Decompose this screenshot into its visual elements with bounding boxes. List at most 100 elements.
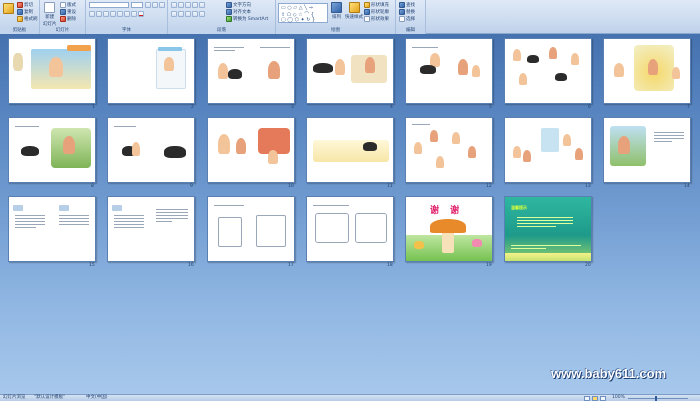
replace-label: 替换: [406, 10, 415, 15]
slide-thumbnail[interactable]: [107, 117, 195, 183]
grow-font-button[interactable]: [145, 2, 151, 8]
bullets-button[interactable]: [171, 2, 177, 8]
slide-thumbnail[interactable]: [603, 38, 691, 104]
arrange-button[interactable]: 排列: [331, 2, 342, 20]
align-left-button[interactable]: [171, 11, 177, 17]
slide-thumbnail[interactable]: [8, 38, 96, 104]
new-slide-button[interactable]: 新建 幻灯片: [43, 2, 57, 27]
shape-effects-button[interactable]: 形状效果: [364, 16, 389, 22]
reset-icon: [60, 9, 66, 15]
editing-group-label: 编辑: [396, 27, 425, 34]
justify-button[interactable]: [192, 11, 198, 17]
shape-fill-button[interactable]: 形状填充: [364, 2, 389, 8]
slide-thumbnail[interactable]: [207, 117, 295, 183]
slide-number: 5: [489, 105, 492, 110]
layout-button[interactable]: 版式: [60, 2, 76, 8]
font-name-combo[interactable]: [89, 2, 129, 8]
slide20-title: 温馨提示: [511, 205, 527, 210]
effects-icon: [364, 16, 370, 22]
columns-button[interactable]: [199, 11, 205, 17]
slide-thumbnail[interactable]: [306, 38, 394, 104]
align-right-button[interactable]: [185, 11, 191, 17]
select-label: 选择: [406, 17, 415, 22]
shape-effects-label: 形状效果: [371, 17, 389, 22]
format-painter-button[interactable]: 格式刷: [17, 16, 38, 22]
replace-button[interactable]: 替换: [399, 9, 415, 15]
slide-number: 10: [288, 184, 294, 189]
shadow-button[interactable]: [117, 11, 123, 17]
spacing-button[interactable]: [124, 11, 130, 17]
watermark-text: www.baby611.com: [551, 366, 667, 381]
slide-thumbnail[interactable]: [405, 117, 493, 183]
copy-label: 复制: [24, 10, 33, 15]
font-color-button[interactable]: [138, 11, 144, 17]
slide-thumbnail[interactable]: [8, 196, 96, 262]
shrink-font-button[interactable]: [152, 2, 158, 8]
slide-number: 13: [585, 184, 591, 189]
strikethrough-button[interactable]: [110, 11, 116, 17]
clear-format-button[interactable]: [159, 2, 165, 8]
slide-thumbnail[interactable]: [306, 117, 394, 183]
normal-view-button[interactable]: [584, 395, 590, 401]
slide-thumbnail[interactable]: 谢 谢: [405, 196, 493, 262]
slide-thumbnail[interactable]: [603, 117, 691, 183]
delete-button[interactable]: 删除: [60, 16, 76, 22]
sorter-view-button[interactable]: [592, 395, 598, 401]
text-direction-icon: [226, 2, 232, 8]
delete-icon: [60, 16, 66, 22]
slide-thumbnail[interactable]: [306, 196, 394, 262]
slide-thumbnail[interactable]: [8, 117, 96, 183]
slides-group: 新建 幻灯片 版式 重设 删除 幻灯片: [40, 0, 86, 34]
slide-number: 11: [387, 184, 393, 189]
paste-button[interactable]: [3, 3, 14, 14]
slideshow-button[interactable]: [600, 395, 606, 401]
smartart-button[interactable]: 转换为 SmartArt: [226, 16, 268, 22]
smartart-label: 转换为 SmartArt: [233, 17, 269, 22]
shape-fill-label: 形状填充: [371, 3, 389, 8]
italic-button[interactable]: [96, 11, 102, 17]
status-bar: 幻灯片浏览 "默认设计模板" 中文(中国) 100%: [0, 394, 700, 401]
select-button[interactable]: 选择: [399, 16, 415, 22]
slide-thumbnail[interactable]: [504, 117, 592, 183]
font-group-label: 字体: [86, 27, 167, 34]
replace-icon: [399, 9, 405, 15]
numbering-button[interactable]: [178, 2, 184, 8]
bold-button[interactable]: [89, 11, 95, 17]
slide-number: 8: [91, 184, 94, 189]
zoom-slider-thumb[interactable]: [655, 395, 657, 401]
clipboard-group-label: 剪贴板: [0, 27, 39, 34]
align-text-button[interactable]: 对齐文本: [226, 9, 251, 15]
zoom-slider[interactable]: [628, 397, 688, 399]
slide-thumbnail[interactable]: [504, 38, 592, 104]
ribbon: 剪切 复制 格式刷 剪贴板 新建 幻灯片 版式 重设 删除 幻灯片 字体 文字方…: [0, 0, 700, 34]
slide-thumbnail[interactable]: [207, 38, 295, 104]
editing-group: 查找 替换 选择 编辑: [396, 0, 426, 34]
slide-thumbnail[interactable]: 温馨提示: [504, 196, 592, 262]
underline-button[interactable]: [103, 11, 109, 17]
find-button[interactable]: 查找: [399, 2, 415, 8]
paste-icon: [3, 3, 14, 14]
quick-styles-button[interactable]: 快速样式: [345, 2, 363, 20]
find-label: 查找: [406, 3, 415, 8]
new-slide-icon: [44, 2, 56, 13]
shapes-gallery[interactable]: ▭ ○ ▱ △ ╲ ⇒ ⇧ ⬠ ◇ ☆ ⌒ { ▢ ◯ ⬡ ✦ ↻ }: [278, 3, 328, 23]
slide-thumbnail[interactable]: [107, 196, 195, 262]
slide-thumbnail[interactable]: [405, 38, 493, 104]
format-painter-label: 格式刷: [24, 17, 38, 22]
increase-indent-button[interactable]: [192, 2, 198, 8]
slide-thumbnail[interactable]: [107, 38, 195, 104]
text-direction-button[interactable]: 文字方向: [226, 2, 251, 8]
reset-button[interactable]: 重设: [60, 9, 76, 15]
line-spacing-button[interactable]: [199, 2, 205, 8]
case-button[interactable]: [131, 11, 137, 17]
slide-thumbnail[interactable]: [207, 196, 295, 262]
copy-button[interactable]: 复制: [17, 9, 33, 15]
align-center-button[interactable]: [178, 11, 184, 17]
slide-number: 1: [92, 105, 95, 110]
decrease-indent-button[interactable]: [185, 2, 191, 8]
font-size-combo[interactable]: [131, 2, 143, 8]
cut-button[interactable]: 剪切: [17, 2, 33, 8]
shape-outline-button[interactable]: 形状轮廓: [364, 9, 389, 15]
slide-number: 15: [89, 263, 95, 268]
quick-styles-icon: [348, 2, 360, 13]
